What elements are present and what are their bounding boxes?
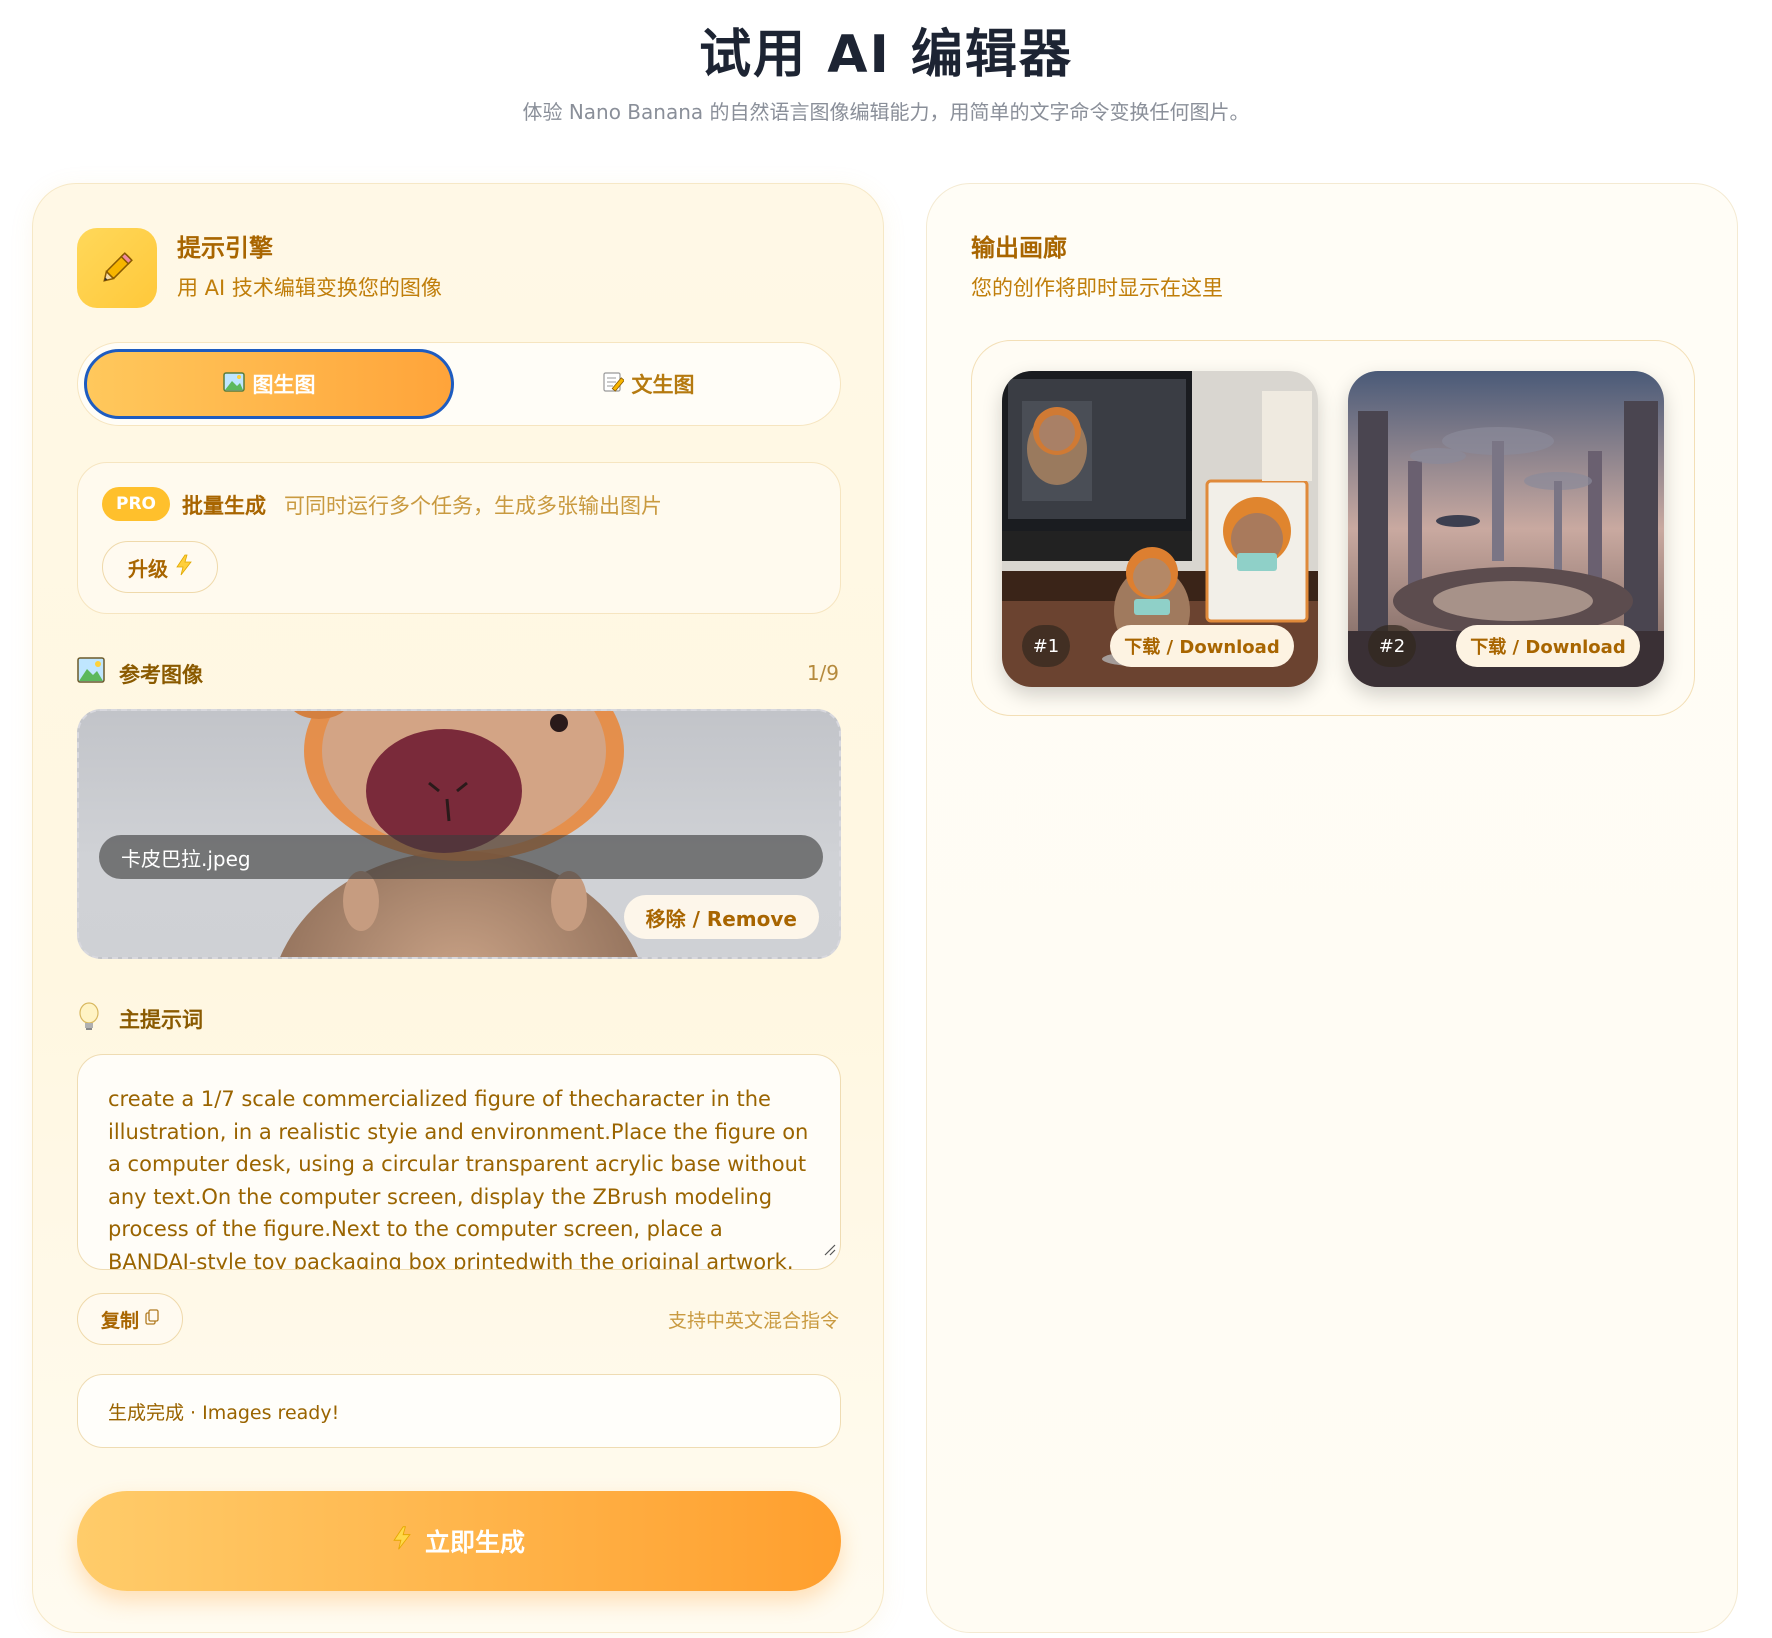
gallery-item-number: #2: [1368, 625, 1416, 667]
status-message: 生成完成 · Images ready!: [77, 1374, 841, 1448]
gallery-item[interactable]: #2 下载 / Download: [1348, 371, 1664, 687]
lightning-icon: [393, 1525, 411, 1557]
copy-prompt-button[interactable]: 复制: [77, 1293, 183, 1345]
copy-icon: [145, 1308, 159, 1330]
download-button[interactable]: 下载 / Download: [1110, 625, 1294, 667]
file-name-label: 卡皮巴拉.jpeg: [99, 835, 823, 879]
gallery-item-number: #1: [1022, 625, 1070, 667]
tab-text-to-image[interactable]: 文生图: [460, 349, 836, 419]
pro-badge: PRO: [102, 487, 171, 521]
remove-image-button[interactable]: 移除 / Remove: [623, 895, 819, 939]
pencil-icon: [77, 228, 157, 308]
copy-label: 复制: [100, 1309, 139, 1332]
download-button[interactable]: 下载 / Download: [1456, 625, 1640, 667]
lightning-icon: [176, 554, 192, 581]
lightbulb-icon: [77, 1002, 101, 1036]
page-subtitle: 体验 Nano Banana 的自然语言图像编辑能力，用简单的文字命令变换任何图…: [522, 100, 1250, 124]
engine-subtitle: 用 AI 技术编辑变换您的图像: [177, 276, 442, 300]
gallery-title: 输出画廊: [971, 234, 1067, 262]
reference-image-count: 1/9: [806, 661, 839, 685]
reference-image-title: 参考图像: [119, 663, 203, 687]
batch-generation-promo: PRO 批量生成 可同时运行多个任务，生成多张输出图片 升级: [77, 462, 841, 614]
tab-image-to-image[interactable]: 图生图: [84, 349, 454, 419]
mixed-language-hint: 支持中英文混合指令: [667, 1310, 839, 1332]
batch-description: 可同时运行多个任务，生成多张输出图片: [284, 494, 662, 518]
prompt-engine-panel: 提示引擎 用 AI 技术编辑变换您的图像 图生图 文生图 PRO 批量生成 可同…: [32, 183, 884, 1633]
memo-icon: [602, 371, 625, 398]
tab-text-to-image-label: 文生图: [631, 373, 695, 397]
image-icon: [77, 657, 105, 687]
main-prompt-label: 主提示词: [119, 1008, 203, 1032]
reference-image-preview[interactable]: 卡皮巴拉.jpeg 移除 / Remove: [77, 709, 841, 959]
resize-handle-icon[interactable]: [822, 1233, 836, 1266]
image-icon: [222, 371, 245, 397]
output-gallery-panel: 输出画廊 您的创作将即时显示在这里 #1 下载 / Download #2 下载…: [926, 183, 1738, 1633]
page-title: 试用 AI 编辑器: [699, 25, 1073, 85]
generate-button[interactable]: 立即生成: [77, 1491, 841, 1591]
main-prompt-text: create a 1/7 scale commercialized figure…: [108, 1087, 809, 1270]
upgrade-button[interactable]: 升级: [102, 541, 218, 593]
gallery-grid: #1 下载 / Download #2 下载 / Download: [971, 340, 1695, 716]
engine-title: 提示引擎: [177, 234, 273, 262]
batch-title: 批量生成: [182, 494, 266, 518]
main-prompt-textarea[interactable]: create a 1/7 scale commercialized figure…: [77, 1054, 841, 1270]
upgrade-label: 升级: [128, 556, 168, 581]
gallery-subtitle: 您的创作将即时显示在这里: [971, 276, 1223, 300]
tab-image-to-image-label: 图生图: [252, 373, 316, 397]
generate-label: 立即生成: [424, 1528, 525, 1557]
gallery-item[interactable]: #1 下载 / Download: [1002, 371, 1318, 687]
mode-tabs: 图生图 文生图: [77, 342, 841, 426]
